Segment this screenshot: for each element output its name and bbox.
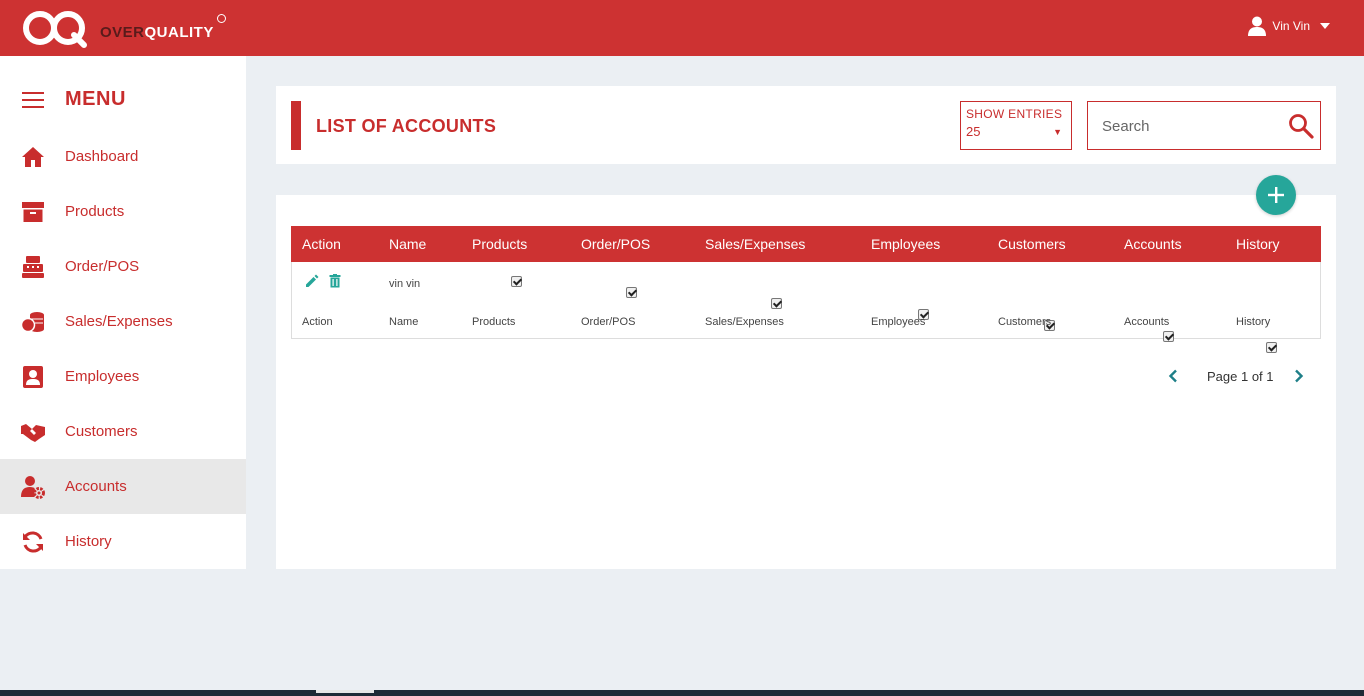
user-cog-icon (21, 475, 45, 499)
sidebar-item-accounts[interactable]: Accounts (0, 459, 246, 514)
column-header: Employees (871, 236, 941, 252)
archive-icon (22, 201, 44, 222)
menu-header: MENU (22, 88, 126, 111)
dropdown-arrow-icon: ▼ (1053, 127, 1062, 137)
order-pos-checkbox[interactable] (626, 287, 637, 298)
chevron-down-icon (1320, 23, 1330, 29)
sidebar-item-label: Dashboard (65, 148, 139, 165)
column-footer: Customers (998, 316, 1052, 328)
column-header: Products (472, 236, 528, 252)
column-footer: Action (302, 316, 333, 328)
bottom-tab (316, 690, 374, 693)
refresh-icon (23, 531, 43, 552)
sidebar-item-label: Sales/Expenses (65, 313, 173, 330)
page-title: LIST OF ACCOUNTS (316, 116, 497, 136)
sidebar-item-customers[interactable]: Customers (0, 404, 246, 459)
bottom-strip (0, 690, 1364, 696)
sidebar-item-label: Customers (65, 423, 138, 440)
sidebar-item-label: Products (65, 203, 125, 220)
search-input[interactable] (1102, 116, 1282, 136)
menu-title: MENU (65, 88, 126, 110)
sidebar-item-label: Accounts (65, 478, 127, 495)
employee-badge-icon (23, 365, 43, 388)
show-entries-value: 25 (966, 124, 981, 139)
sidebar-item-label: Order/POS (65, 258, 140, 275)
accounts-checkbox[interactable] (1163, 331, 1174, 342)
column-footer: Accounts (1124, 316, 1170, 328)
search-icon[interactable] (1288, 113, 1314, 139)
edit-icon[interactable] (305, 274, 319, 288)
sidebar-item-order-pos[interactable]: Order/POS (0, 239, 246, 294)
add-account-button[interactable] (1256, 175, 1296, 215)
table-header: Action Name Products Order/POS Sales/Exp… (291, 226, 1321, 262)
sales-expenses-checkbox[interactable] (771, 298, 782, 309)
sidebar-item-label: History (65, 533, 112, 550)
sidebar-item-history[interactable]: History (0, 514, 246, 569)
search-box (1087, 101, 1321, 150)
column-header: Accounts (1124, 236, 1182, 252)
account-name: vin vin (389, 278, 421, 290)
column-footer: Employees (871, 316, 926, 328)
column-header: Customers (998, 236, 1066, 252)
hamburger-icon[interactable] (22, 91, 44, 108)
column-footer: Name (389, 316, 419, 328)
column-header: History (1236, 236, 1280, 252)
coins-icon (21, 311, 44, 332)
sidebar: MENU Dashboard Products Order/POS Sales/… (0, 56, 246, 569)
plus-icon (1268, 187, 1284, 203)
sidebar-item-employees[interactable]: Employees (0, 349, 246, 404)
products-checkbox[interactable] (511, 276, 522, 287)
delete-icon[interactable] (328, 274, 342, 288)
column-header: Sales/Expenses (705, 236, 806, 252)
history-checkbox[interactable] (1266, 342, 1277, 353)
show-entries-label: SHOW ENTRIES (966, 107, 1063, 121)
next-page-icon[interactable] (1294, 369, 1304, 383)
accounts-card: Action Name Products Order/POS Sales/Exp… (276, 175, 1336, 569)
accounts-table: Action Name Products Order/POS Sales/Exp… (291, 226, 1321, 353)
cash-register-icon (22, 255, 44, 278)
column-footer: Sales/Expenses (705, 316, 784, 328)
title-accent (291, 101, 301, 150)
sidebar-item-label: Employees (65, 368, 140, 385)
sidebar-item-products[interactable]: Products (0, 184, 246, 239)
column-footer: History (1236, 316, 1271, 328)
sidebar-item-dashboard[interactable]: Dashboard (0, 129, 246, 184)
handshake-icon (21, 423, 45, 442)
column-header: Name (389, 236, 427, 252)
user-icon (1248, 16, 1267, 36)
column-footer: Order/POS (581, 316, 636, 328)
brand-name: OVERQUALITY (100, 13, 226, 41)
previous-page-icon[interactable] (1168, 369, 1178, 383)
column-header: Action (302, 236, 341, 252)
top-bar: OVERQUALITY Vin Vin (0, 0, 1364, 56)
user-menu[interactable]: Vin Vin (1248, 16, 1330, 36)
logo-mark-icon (23, 11, 87, 48)
home-icon (22, 146, 44, 167)
sidebar-item-sales-expenses[interactable]: Sales/Expenses (0, 294, 246, 349)
brand-logo[interactable]: OVERQUALITY (20, 8, 226, 48)
show-entries-select[interactable]: SHOW ENTRIES 25 ▼ (960, 101, 1072, 150)
column-header: Order/POS (581, 236, 651, 252)
page-indicator: Page 1 of 1 (1207, 369, 1274, 384)
user-name: Vin Vin (1272, 19, 1310, 33)
page-header: LIST OF ACCOUNTS SHOW ENTRIES 25 ▼ (276, 86, 1336, 164)
column-footer: Products (472, 316, 516, 328)
